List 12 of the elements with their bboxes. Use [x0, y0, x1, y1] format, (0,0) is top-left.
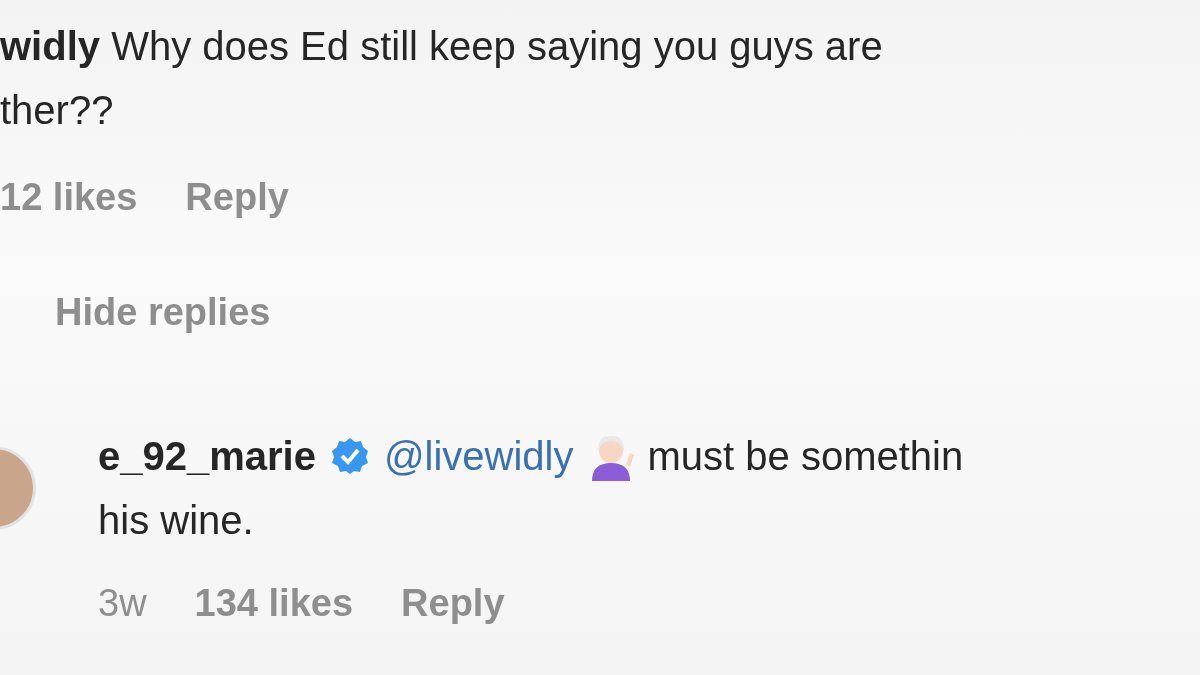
likes-count: 12 likes	[0, 176, 138, 219]
reply-link[interactable]: Reply	[185, 176, 289, 219]
verified-badge-icon	[329, 436, 370, 476]
reply-time: 3w	[98, 582, 147, 625]
reply-username[interactable]: e_92_marie	[98, 424, 316, 488]
comment-text: widly Why does Ed still keep saying you guys are ther??	[0, 23, 884, 134]
mention-link[interactable]: @livewidly	[383, 424, 574, 488]
reply-link[interactable]: Reply	[401, 582, 505, 625]
reply-text: his wine.	[98, 497, 254, 544]
hide-replies-link[interactable]: Hide replies	[55, 291, 271, 334]
likes-count: 134 likes	[194, 582, 354, 625]
reply-text: must be somethin	[647, 433, 964, 480]
